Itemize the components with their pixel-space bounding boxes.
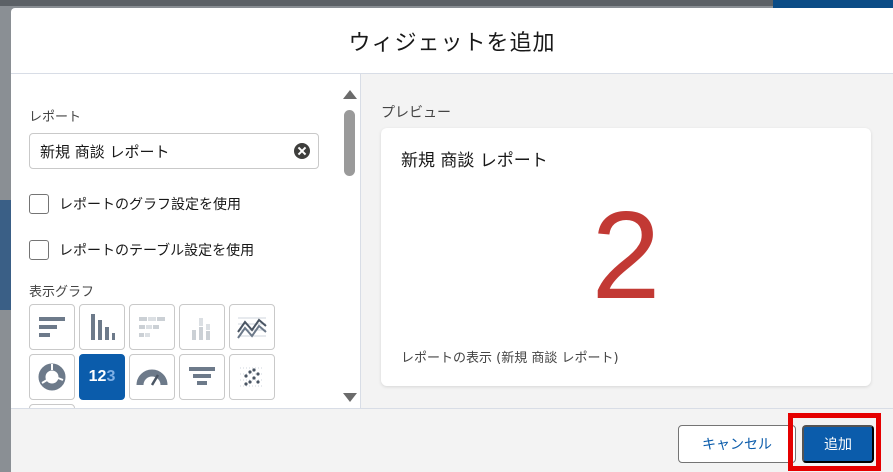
modal-title: ウィジェットを追加: [348, 30, 556, 56]
background-page-header-button: [773, 0, 893, 8]
scroll-thumb[interactable]: [344, 110, 355, 176]
chart-type-donut[interactable]: [29, 354, 75, 400]
add-button[interactable]: 追加: [802, 425, 874, 463]
stacked-vertical-bar-icon: [192, 318, 210, 340]
scroll-down-arrow-icon[interactable]: [343, 393, 357, 402]
chart-type-scatter[interactable]: [229, 354, 275, 400]
settings-scrollbar[interactable]: [338, 74, 360, 408]
preview-pane: プレビュー 新規 商談 レポート 2 レポートの表示 (新規 商談 レポート): [361, 74, 893, 408]
chart-type-stacked-horizontal-bar: [129, 304, 175, 350]
scatter-icon: [240, 367, 264, 387]
preview-card-title: 新規 商談 レポート: [401, 151, 548, 171]
chart-type-line[interactable]: [229, 304, 275, 350]
donut-chart-icon: [38, 363, 66, 391]
chart-type-stacked-vertical-bar: [179, 304, 225, 350]
chart-type-horizontal-bar[interactable]: [29, 304, 75, 350]
modal-footer: キャンセル 追加: [11, 408, 893, 472]
stacked-horizontal-bar-icon: [139, 317, 165, 337]
add-widget-modal: ウィジェットを追加 レポート 新規 商談 レポート レポートのグラフ設定を使用 …: [11, 8, 893, 472]
modal-body: レポート 新規 商談 レポート レポートのグラフ設定を使用 レポートのテーブル設…: [11, 74, 893, 450]
preview-label: プレビュー: [381, 105, 451, 121]
scroll-up-arrow-icon[interactable]: [343, 90, 357, 99]
use-report-chart-label: レポートのグラフ設定を使用: [59, 197, 241, 213]
cancel-button[interactable]: キャンセル: [678, 425, 796, 463]
display-chart-label: 表示グラフ: [29, 285, 95, 300]
use-report-table-checkbox[interactable]: [29, 240, 49, 260]
chart-type-metric[interactable]: 123: [79, 354, 125, 400]
gauge-icon: [136, 369, 168, 386]
chart-type-gauge[interactable]: [129, 354, 175, 400]
use-report-chart-option[interactable]: レポートのグラフ設定を使用: [29, 193, 360, 215]
line-chart-icon: [237, 317, 267, 339]
horizontal-bar-icon: [39, 317, 65, 337]
settings-pane: レポート 新規 商談 レポート レポートのグラフ設定を使用 レポートのテーブル設…: [11, 74, 361, 450]
chart-type-funnel[interactable]: [179, 354, 225, 400]
report-lookup-field[interactable]: 新規 商談 レポート: [29, 133, 319, 169]
use-report-chart-checkbox[interactable]: [29, 194, 49, 214]
use-report-table-option[interactable]: レポートのテーブル設定を使用: [29, 239, 360, 261]
vertical-bar-icon: [91, 314, 115, 340]
modal-header: ウィジェットを追加: [11, 8, 893, 74]
view-report-link[interactable]: レポートの表示 (新規 商談 レポート): [401, 347, 619, 366]
use-report-table-label: レポートのテーブル設定を使用: [59, 243, 255, 259]
report-field-label: レポート: [29, 110, 82, 125]
chart-type-vertical-bar[interactable]: [79, 304, 125, 350]
background-page-header: [0, 0, 893, 6]
preview-card: 新規 商談 レポート 2 レポートの表示 (新規 商談 レポート): [381, 128, 871, 386]
report-lookup-value: 新規 商談 レポート: [40, 142, 170, 161]
funnel-icon: [189, 367, 215, 385]
clear-icon[interactable]: [294, 143, 310, 159]
background-page-panel: [0, 200, 11, 310]
metric-value: 2: [591, 187, 661, 325]
metric-icon: 123: [88, 368, 116, 385]
